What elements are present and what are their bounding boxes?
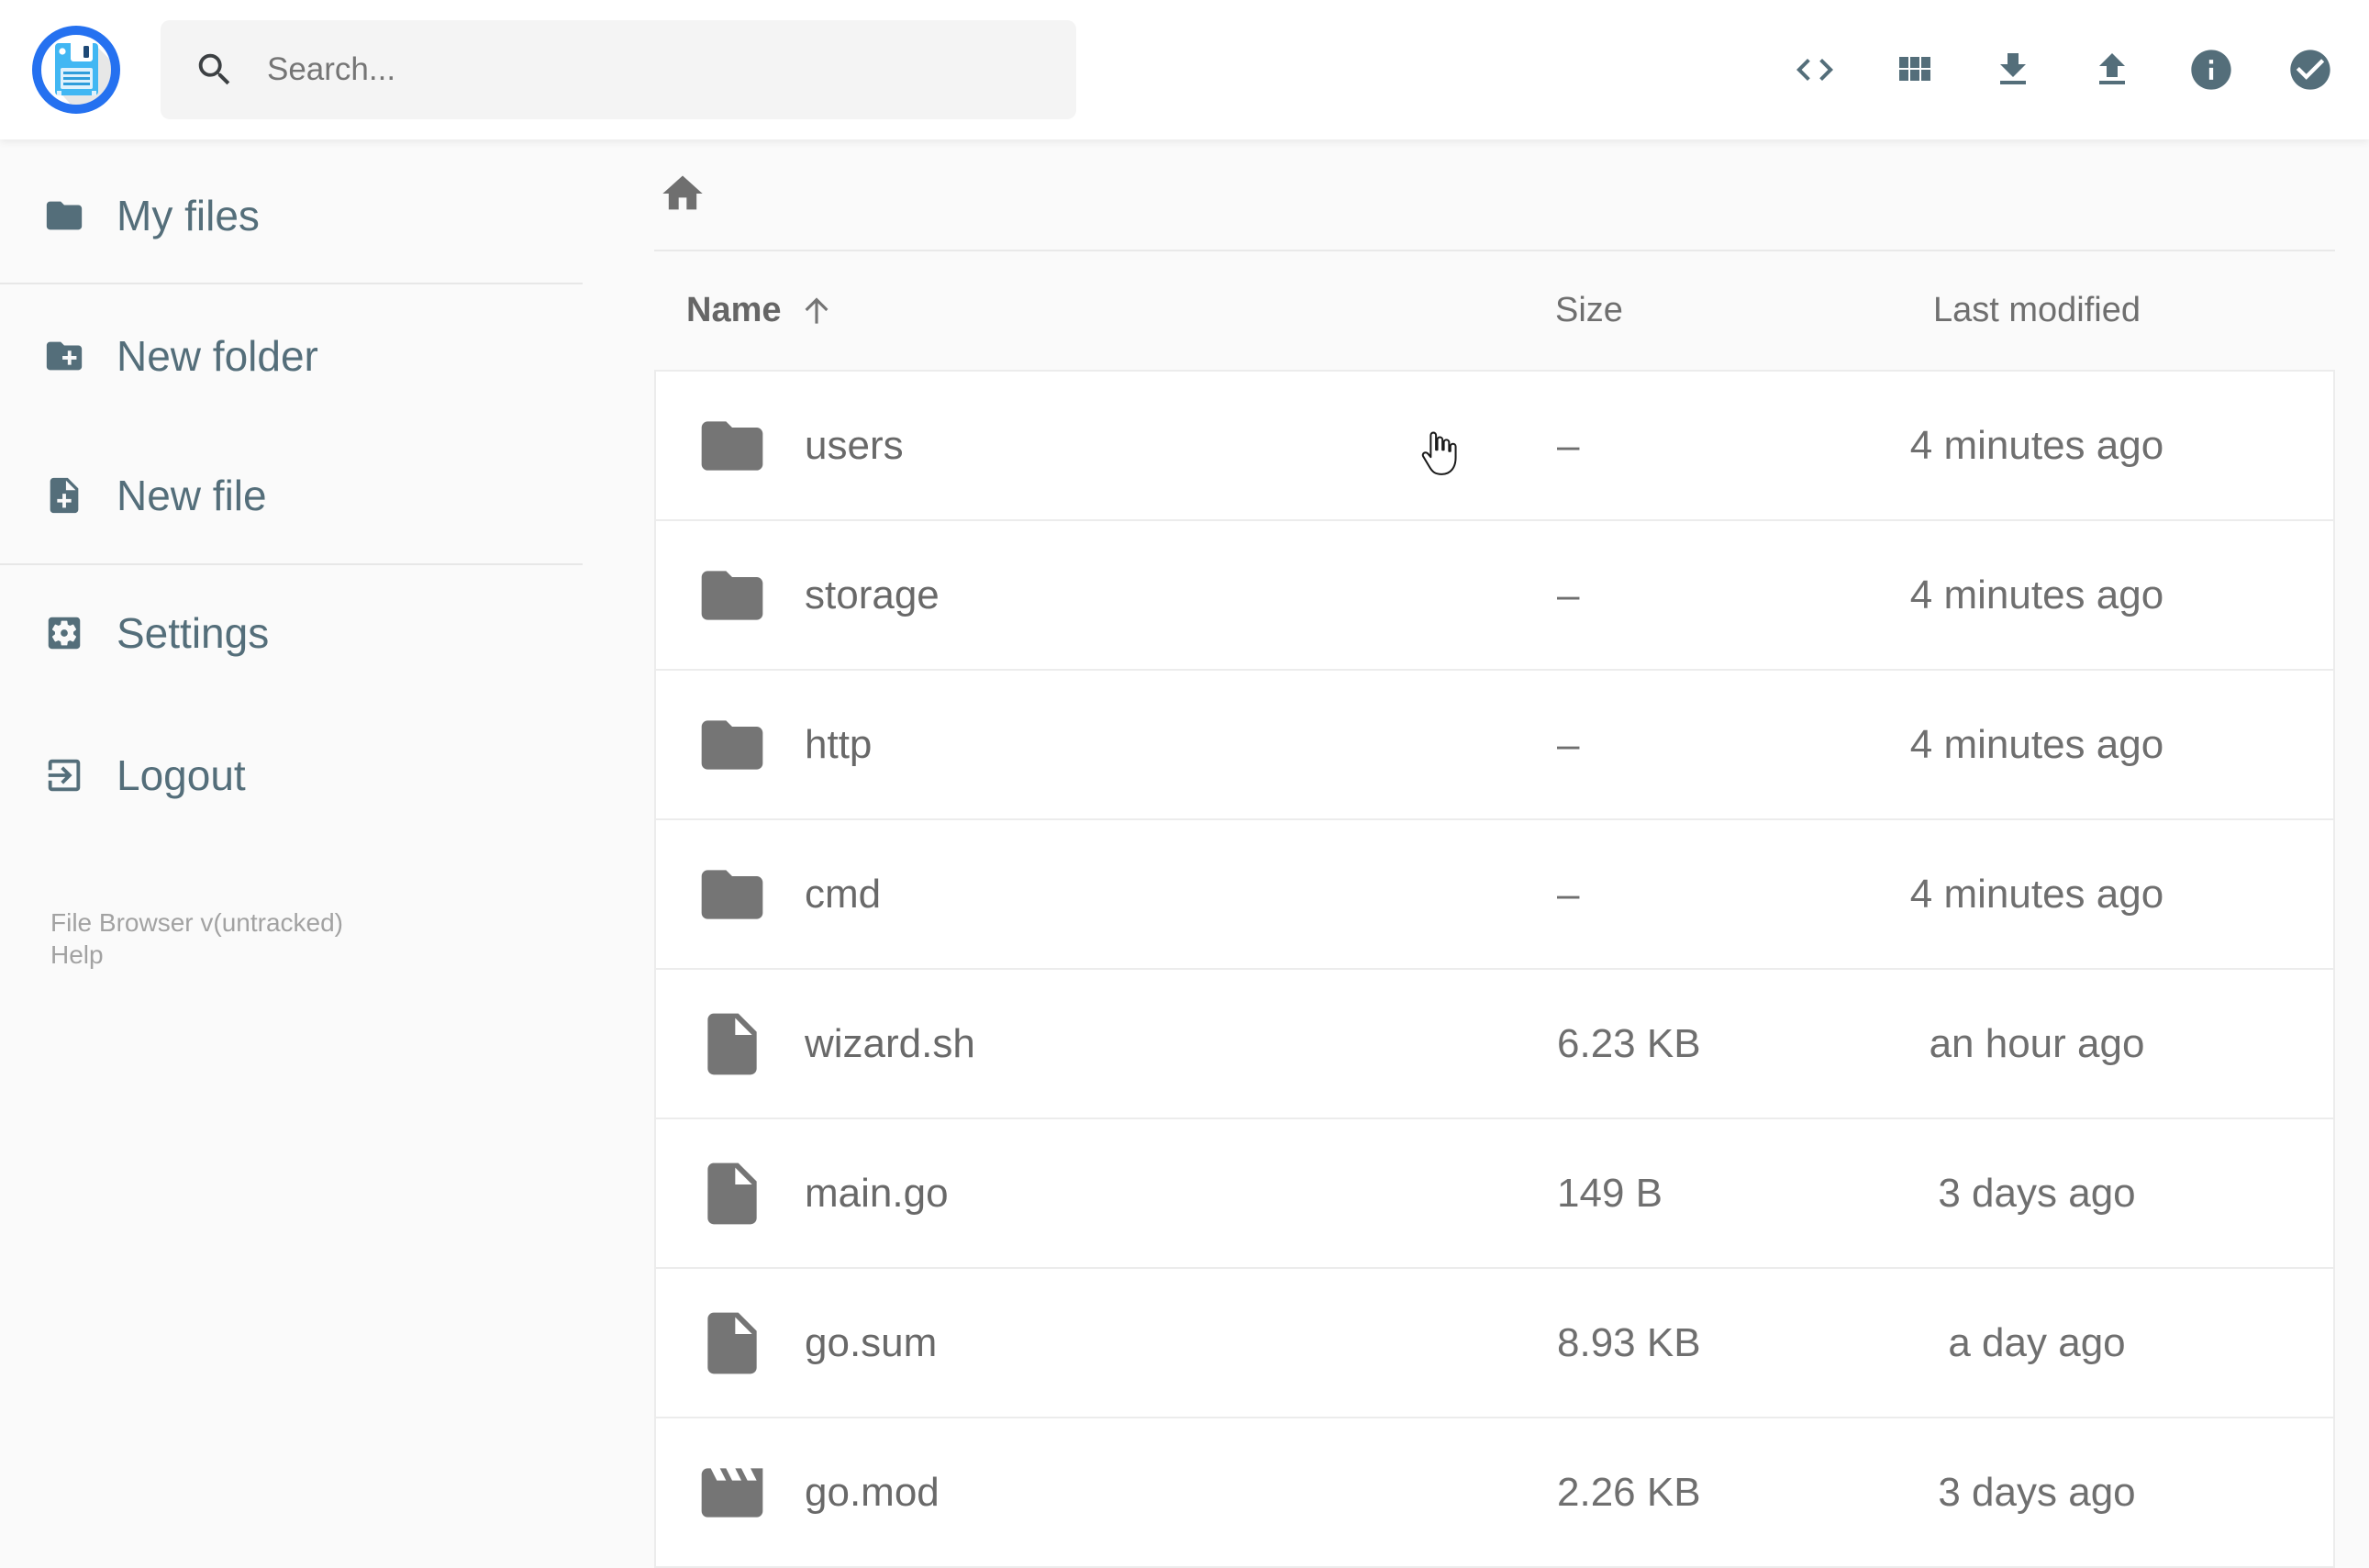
file-name: cmd [805,871,882,917]
file-row-users[interactable]: users – 4 minutes ago [654,372,2335,521]
check-circle-icon [2286,46,2334,94]
sort-by-name-header[interactable]: Name [686,251,837,369]
sidebar-item-label: My files [117,192,260,239]
search-icon [194,49,236,91]
file-row-go-mod[interactable]: go.mod 2.26 KB 3 days ago [654,1418,2335,1568]
breadcrumb-home-button[interactable] [659,170,706,217]
code-icon [1793,48,1837,92]
column-modified-label: Last modified [1932,290,2141,329]
top-bar [0,0,2369,139]
file-row-main-go[interactable]: main.go 149 B 3 days ago [654,1119,2335,1269]
sidebar-item-label: Logout [117,751,246,799]
sidebar-footer: File Browser v(untracked) Help [50,906,343,971]
file-size: – [1557,572,1580,617]
folder-icon [695,858,769,931]
arrow-up-icon [796,290,837,330]
file-name: go.mod [805,1469,940,1515]
file-name: http [805,721,873,767]
sidebar-item-label: New file [117,472,267,519]
file-modified: 3 days ago [1938,1469,2136,1515]
sidebar-item-logout[interactable]: Logout [0,729,583,821]
file-listing-area: Name Size Last modified users – 4 minute… [583,139,2369,1568]
file-name: storage [805,572,940,617]
file-size: 149 B [1557,1170,1663,1216]
folder-icon [695,708,769,782]
file-size: 6.23 KB [1557,1020,1701,1066]
download-button[interactable] [1989,46,2037,94]
toolbar-actions [1791,0,2334,139]
switch-view-button[interactable] [1890,46,1938,94]
new-folder-icon [43,335,85,377]
file-modified: an hour ago [1929,1020,2145,1066]
file-modified: 4 minutes ago [1909,572,2164,617]
movie-icon [695,1456,769,1529]
file-row-cmd[interactable]: cmd – 4 minutes ago [654,820,2335,970]
listing-header: Name Size Last modified [654,251,2335,369]
file-row-storage[interactable]: storage – 4 minutes ago [654,521,2335,671]
sidebar-divider [0,283,583,284]
help-link[interactable]: Help [50,939,343,971]
file-modified: a day ago [1948,1319,2126,1365]
folder-icon [695,559,769,632]
new-file-icon [43,474,85,517]
file-size: 2.26 KB [1557,1469,1701,1515]
sidebar-item-new-file[interactable]: New file [0,450,583,541]
logout-icon [43,754,85,796]
file-size: – [1557,422,1580,468]
file-modified: 4 minutes ago [1909,871,2164,917]
sort-by-modified-header[interactable]: Last modified [1851,251,2223,369]
file-size: 8.93 KB [1557,1319,1701,1365]
sidebar-item-new-folder[interactable]: New folder [0,310,583,402]
file-name: go.sum [805,1319,938,1365]
file-row-http[interactable]: http – 4 minutes ago [654,671,2335,820]
file-modified: 4 minutes ago [1909,721,2164,767]
sidebar-item-label: Settings [117,609,270,657]
file-name: main.go [805,1170,949,1216]
file-name: wizard.sh [805,1020,975,1066]
sidebar-item-my-files[interactable]: My files [0,170,583,261]
select-multiple-button[interactable] [2286,46,2334,94]
file-list: users – 4 minutes ago storage – 4 minute… [654,370,2335,1568]
sort-by-size-header[interactable]: Size [1555,251,1623,369]
file-size: – [1557,721,1580,767]
search-input[interactable] [265,50,1076,89]
version-text: File Browser v(untracked) [50,908,343,937]
grid-view-icon [1892,48,1936,92]
download-icon [1991,48,2035,92]
home-icon [659,170,706,217]
file-modified: 3 days ago [1938,1170,2136,1216]
sidebar-divider [0,563,583,565]
settings-icon [43,612,85,654]
search-bar[interactable] [161,20,1076,119]
folder-icon [43,195,85,237]
sidebar: My files New folder New file Settings Lo… [0,139,583,1523]
file-row-wizard-sh[interactable]: wizard.sh 6.23 KB an hour ago [654,970,2335,1119]
file-size: – [1557,871,1580,917]
sidebar-item-settings[interactable]: Settings [0,587,583,679]
filebrowser-logo-icon[interactable] [30,24,122,116]
column-size-label: Size [1555,290,1623,329]
sidebar-item-label: New folder [117,332,318,380]
file-modified: 4 minutes ago [1909,422,2164,468]
upload-button[interactable] [2088,46,2136,94]
file-icon [695,1307,769,1380]
column-name-label: Name [686,290,782,329]
info-icon [2187,46,2235,94]
shell-toggle-button[interactable] [1791,46,1839,94]
folder-icon [695,409,769,483]
file-name: users [805,422,904,468]
file-icon [695,1007,769,1081]
file-row-go-sum[interactable]: go.sum 8.93 KB a day ago [654,1269,2335,1418]
upload-icon [2090,48,2134,92]
info-button[interactable] [2187,46,2235,94]
file-icon [695,1157,769,1230]
